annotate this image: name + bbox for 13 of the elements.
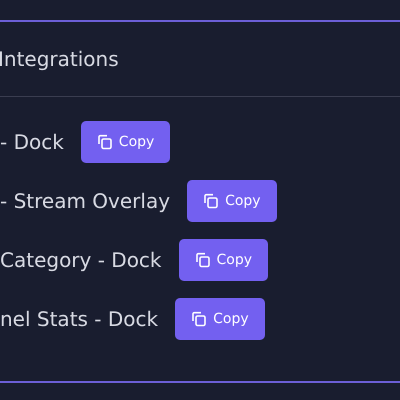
integration-name: - Stream Overlay (0, 189, 170, 213)
copy-button[interactable]: Copy (80, 121, 170, 163)
section-title: Integrations (0, 47, 119, 71)
integration-name: Category - Dock (0, 248, 162, 272)
copy-button[interactable]: Copy (175, 298, 265, 340)
integration-name: - Dock (0, 130, 64, 154)
copy-icon (203, 193, 220, 209)
copy-button[interactable]: Copy (187, 180, 277, 222)
copy-icon (96, 134, 113, 150)
copy-button[interactable]: Copy (178, 239, 268, 281)
integration-name: nel Stats - Dock (0, 307, 158, 331)
copy-icon (191, 311, 208, 327)
copy-icon (194, 252, 211, 268)
